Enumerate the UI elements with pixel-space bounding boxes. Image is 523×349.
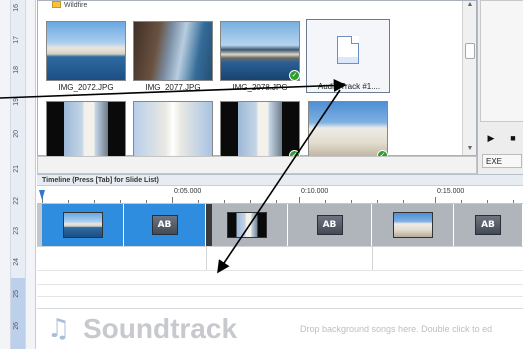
ruler-tick (325, 200, 326, 203)
ruler-tick (198, 200, 199, 203)
library-item[interactable]: IMG_2072.JPG (44, 21, 128, 95)
preview-panel: ▶ ■ EXE (477, 0, 523, 174)
transition-icon: AB (316, 215, 343, 235)
stop-icon[interactable]: ■ (506, 132, 520, 144)
clip-thumbnail (392, 212, 433, 238)
ruler-tick-label: 25 (13, 290, 20, 298)
time-label: 0:10.000 (301, 188, 329, 195)
scroll-down-icon[interactable]: ▼ (465, 145, 475, 155)
preview-screen (480, 0, 523, 122)
transition-clip[interactable]: AB (124, 204, 206, 246)
scrollbar-thumb[interactable] (465, 43, 475, 59)
ruler-tick (250, 200, 251, 203)
library-item-label: IMG_2078.JPG (232, 83, 288, 92)
time-label: 0:15.000 (437, 188, 465, 195)
library-folder-header[interactable]: Wildfire (52, 1, 87, 11)
library-item-audio[interactable]: Audio Track #1.... (306, 19, 390, 93)
library-item[interactable]: IMG_2077.JPG (131, 21, 215, 95)
ruler-highlight (11, 278, 25, 349)
ruler-tick-label: 24 (13, 258, 20, 266)
ruler-tick-label: 21 (13, 165, 20, 173)
ruler-tick (68, 200, 69, 203)
timeline-header: Timeline (Press [Tab] for Slide List) (37, 174, 523, 186)
folder-label: Wildfire (64, 2, 88, 9)
ruler-tick (146, 200, 147, 203)
clip-thumbnail (226, 212, 267, 238)
thumbnail-image (308, 101, 388, 161)
vertical-ruler: 16 17 18 19 20 21 22 23 24 25 26 (0, 0, 36, 349)
clip-handle[interactable] (206, 204, 212, 246)
thumbnail-image (46, 101, 126, 161)
thumbnail-image (133, 101, 213, 161)
used-check-icon: ✓ (289, 70, 300, 81)
ruler-tick (435, 197, 436, 203)
time-label: 0:05.000 (174, 188, 202, 195)
ruler-tick-label: 23 (13, 227, 20, 235)
ruler-tick (94, 200, 95, 203)
track-divider (37, 296, 523, 297)
ruler-tick-label: 18 (13, 66, 20, 74)
ruler-tick (224, 200, 225, 203)
library-item-label: IMG_2077.JPG (145, 83, 201, 92)
library-item[interactable]: ✓ IMG_2078.JPG (218, 21, 302, 95)
ruler-tick (120, 200, 121, 203)
slide-track[interactable]: AB AB AB (37, 204, 523, 246)
ruler-tick (299, 197, 300, 203)
ruler-tick (461, 200, 462, 203)
file-library-panel[interactable]: Wildfire IMG_2072.JPG IMG_2077.JPG ✓ IMG… (37, 0, 477, 161)
ruler-tick (351, 200, 352, 203)
exe-button[interactable]: EXE (482, 154, 522, 168)
clip-thumbnail (62, 212, 103, 238)
library-item-label: IMG_2072.JPG (58, 83, 114, 92)
library-scrollbar[interactable]: ▲ ▼ (462, 1, 476, 155)
ruler-tick (487, 200, 488, 203)
play-icon[interactable]: ▶ (484, 132, 498, 144)
slide-clip[interactable] (42, 204, 124, 246)
ruler-tick-label: 22 (13, 197, 20, 205)
ruler-tick (377, 200, 378, 203)
thumbnail-image (133, 21, 213, 81)
slide-clip[interactable] (206, 204, 288, 246)
thumbnail-image (220, 21, 300, 81)
document-icon (337, 36, 359, 64)
thumbnail-image (46, 21, 126, 81)
track-divider (37, 246, 523, 247)
music-note-icon: ♫ (47, 314, 71, 344)
timeline-ruler[interactable]: 0:05.000 0:10.000 0:15.000 (37, 186, 523, 204)
transition-clip[interactable]: AB (288, 204, 372, 246)
library-horizontal-scrollbar[interactable] (37, 156, 477, 174)
track-divider (37, 270, 523, 271)
soundtrack-label: Soundtrack (83, 313, 238, 344)
transition-icon: AB (475, 215, 501, 235)
scroll-up-icon[interactable]: ▲ (465, 1, 475, 11)
thumbnail-image (220, 101, 300, 161)
clip-boundary-line (372, 246, 373, 270)
ruler-tick-label: 16 (13, 4, 20, 12)
ruler-tick-label: 26 (13, 322, 20, 330)
ruler-tick-label: 17 (13, 36, 20, 44)
slide-clip[interactable] (372, 204, 454, 246)
transition-icon: AB (151, 215, 178, 235)
soundtrack-hint: Drop background songs here. Double click… (300, 324, 493, 334)
folder-icon (52, 1, 61, 8)
clip-boundary-line (206, 246, 207, 270)
ruler-tick (513, 200, 514, 203)
ruler-tick (403, 200, 404, 203)
ruler-tick-label: 19 (13, 98, 20, 106)
ruler-tick (276, 200, 277, 203)
ruler-tick (172, 197, 173, 203)
playhead-marker[interactable] (39, 190, 45, 200)
transition-clip[interactable]: AB (454, 204, 523, 246)
ruler-tick-label: 20 (13, 130, 20, 138)
soundtrack-lane[interactable]: ♫ Soundtrack Drop background songs here.… (37, 308, 523, 349)
track-divider (37, 284, 523, 285)
library-item-label: Audio Track #1.... (317, 82, 381, 91)
